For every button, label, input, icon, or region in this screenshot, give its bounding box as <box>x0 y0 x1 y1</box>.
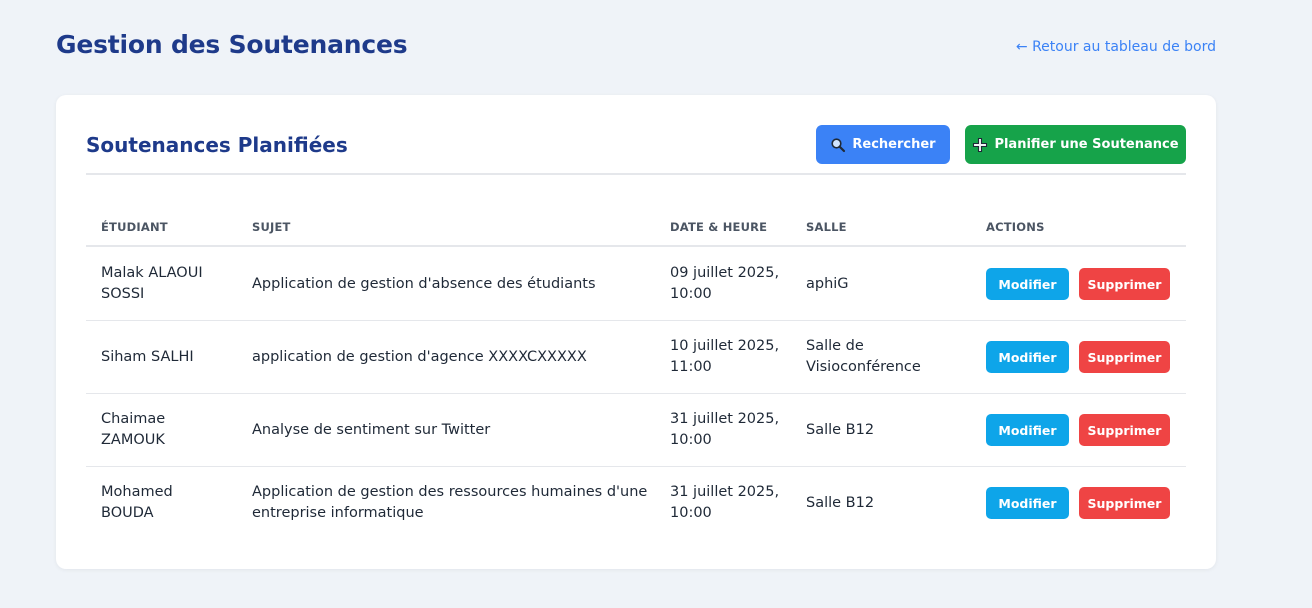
room: Salle B12 <box>806 495 875 511</box>
page: Gestion des Soutenances ← Retour au tabl… <box>0 0 1312 608</box>
student-name: Siham SALHI <box>101 349 194 365</box>
column-header-subject: Sujet <box>252 220 291 234</box>
delete-button[interactable]: Supprimer <box>1079 414 1170 446</box>
column-header-actions: Actions <box>986 220 1045 234</box>
card-header: Soutenances Planifiées Rechercher Planif… <box>86 125 1186 175</box>
defenses-card: Soutenances Planifiées Rechercher Planif… <box>56 95 1216 569</box>
table-row: Chaimae ZAMOUK Analyse de sentiment sur … <box>86 394 1186 467</box>
column-header-date: Date & Heure <box>670 220 768 234</box>
subject: Application de gestion d'absence des étu… <box>252 276 596 292</box>
table-row: Siham SALHI application de gestion d'age… <box>86 321 1186 394</box>
column-header-student: Étudiant <box>101 220 168 234</box>
plan-defense-button[interactable]: Planifier une Soutenance <box>965 125 1186 164</box>
subject: Application de gestion des ressources hu… <box>252 484 648 521</box>
table-row: Mohamed BOUDA Application de gestion des… <box>86 467 1186 540</box>
back-to-dashboard-link[interactable]: ← Retour au tableau de bord <box>1016 39 1216 55</box>
delete-button[interactable]: Supprimer <box>1079 487 1170 519</box>
room: aphiG <box>806 276 849 292</box>
student-name: Chaimae ZAMOUK <box>101 411 166 448</box>
edit-button[interactable]: Modifier <box>986 414 1069 446</box>
subject: application de gestion d'agence XXXXCXXX… <box>252 349 587 365</box>
edit-button[interactable]: Modifier <box>986 341 1069 373</box>
student-name: Malak ALAOUI SOSSI <box>101 265 203 302</box>
edit-button[interactable]: Modifier <box>986 487 1069 519</box>
delete-button[interactable]: Supprimer <box>1079 268 1170 300</box>
search-button-label: Rechercher <box>852 137 936 152</box>
table-header: Étudiant Sujet Date & Heure Salle Action… <box>86 205 1186 247</box>
card-title: Soutenances Planifiées <box>86 133 348 157</box>
subject: Analyse de sentiment sur Twitter <box>252 422 491 438</box>
delete-button[interactable]: Supprimer <box>1079 341 1170 373</box>
plan-button-label: Planifier une Soutenance <box>994 137 1179 152</box>
page-title: Gestion des Soutenances <box>56 30 408 59</box>
student-name: Mohamed BOUDA <box>101 484 173 521</box>
date-time: 31 juillet 2025, 10:00 <box>670 484 780 521</box>
date-time: 10 juillet 2025, 11:00 <box>670 338 780 375</box>
search-button[interactable]: Rechercher <box>816 125 950 164</box>
table-row: Malak ALAOUI SOSSI Application de gestio… <box>86 248 1186 321</box>
room: Salle B12 <box>806 422 875 438</box>
date-time: 09 juillet 2025, 10:00 <box>670 265 780 302</box>
plus-icon <box>972 137 988 153</box>
date-time: 31 juillet 2025, 10:00 <box>670 411 780 448</box>
column-header-room: Salle <box>806 220 847 234</box>
room: Salle de Visioconférence <box>806 338 921 375</box>
magnifier-icon <box>830 137 846 153</box>
edit-button[interactable]: Modifier <box>986 268 1069 300</box>
